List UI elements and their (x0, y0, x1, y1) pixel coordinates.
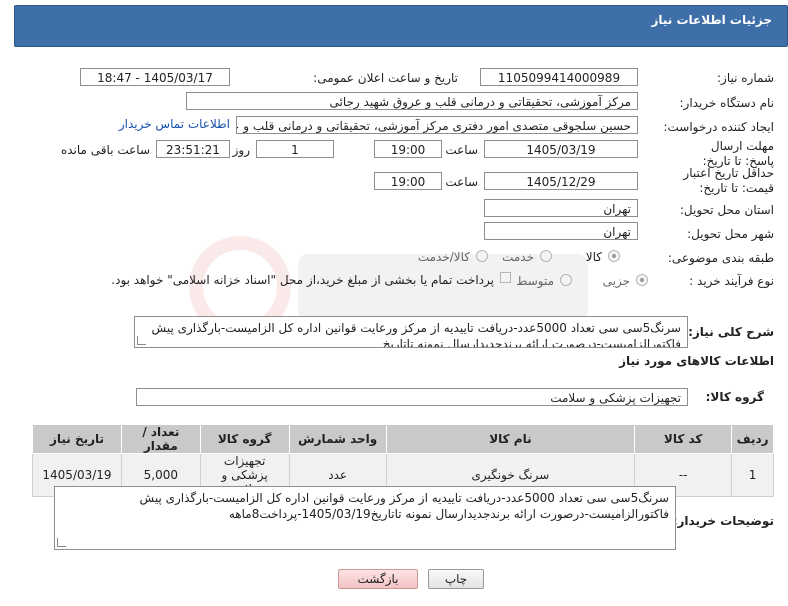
goods-group-label: گروه کالا: (705, 390, 764, 404)
buyer-org-field: مرکز آموزشی، تحقیقاتی و درمانی قلب و عرو… (186, 92, 638, 110)
category-option-service: خدمت (502, 250, 534, 264)
announce-field: 1405/03/17 - 18:47 (80, 68, 230, 86)
validity-time-label: ساعت (445, 175, 478, 189)
category-option-goods: کالا (585, 250, 602, 264)
cell-row: 1 (731, 453, 774, 497)
buyer-notes-label: توضیحات خریدار: (672, 514, 774, 528)
process-label: نوع فرآیند خرید : (689, 274, 774, 288)
buyer-org-label: نام دستگاه خریدار: (679, 96, 775, 110)
resize-handle-icon[interactable] (137, 336, 146, 345)
col-unit: واحد شمارش (288, 424, 387, 454)
need-number-label: شماره نیاز: (717, 71, 774, 85)
col-name: نام کالا (385, 424, 636, 454)
treasury-payment-checkbox[interactable] (500, 272, 511, 283)
contact-info-link[interactable]: اطلاعات تماس خریدار (119, 117, 230, 131)
deadline-time-field: 19:00 (374, 140, 442, 158)
col-group: گروه کالا (199, 424, 290, 454)
deadline-time-label: ساعت (445, 143, 478, 157)
resize-handle-icon[interactable] (57, 538, 66, 547)
summary-textarea: سرنگ5سی سی تعداد 5000عدد-دریافت تاییدیه … (134, 316, 688, 348)
col-row: ردیف (731, 424, 774, 454)
category-radio-service[interactable] (540, 250, 552, 262)
back-button[interactable]: بازگشت (338, 569, 418, 589)
validity-label: حداقل تاریخ اعتبار قیمت: تا تاریخ: (683, 166, 774, 195)
page-title: جزئیات اطلاعات نیاز (651, 13, 772, 27)
remaining-label: ساعت باقی مانده (60, 143, 150, 157)
buyer-notes-text: سرنگ5سی سی تعداد 5000عدد-دریافت تاییدیه … (139, 491, 669, 521)
validity-time-field: 19:00 (374, 172, 442, 190)
buyer-notes-textarea: سرنگ5سی سی تعداد 5000عدد-دریافت تاییدیه … (54, 486, 676, 550)
col-date: تاریخ نیاز (32, 424, 122, 454)
col-code: کد کالا (634, 424, 733, 454)
category-option-both: کالا/خدمت (417, 250, 470, 264)
process-option-minor: جزیی (602, 274, 630, 288)
process-option-medium: متوسط (516, 274, 554, 288)
summary-label: شرح کلی نیاز: (688, 325, 774, 339)
validity-date-field: 1405/12/29 (484, 172, 638, 190)
city-field: تهران (484, 222, 638, 240)
deadline-label: مهلت ارسال پاسخ: تا تاریخ: (702, 139, 774, 168)
process-radio-medium[interactable] (560, 274, 572, 286)
col-quantity: تعداد / مقدار (120, 424, 201, 454)
print-button[interactable]: چاپ (428, 569, 484, 589)
city-label: شهر محل تحویل: (687, 227, 774, 241)
province-label: استان محل تحویل: (679, 203, 774, 217)
creator-label: ایجاد کننده درخواست: (663, 120, 774, 134)
remaining-time-field: 23:51:21 (156, 140, 230, 158)
category-radio-goods[interactable] (608, 250, 620, 262)
goods-group-field: تجهیزات پزشکی و سلامت (136, 388, 688, 406)
category-label: طبقه بندی موضوعی: (667, 251, 774, 265)
goods-section-title: اطلاعات کالاهای مورد نیاز (619, 354, 774, 368)
category-radio-both[interactable] (476, 250, 488, 262)
goods-table-header: ردیف کد کالا نام کالا واحد شمارش گروه کا… (32, 424, 774, 454)
summary-text: سرنگ5سی سی تعداد 5000عدد-دریافت تاییدیه … (151, 321, 681, 348)
treasury-payment-note: پرداخت تمام یا بخشی از مبلغ خرید،از محل … (111, 273, 494, 287)
days-remaining-field: 1 (256, 140, 334, 158)
process-radio-minor[interactable] (636, 274, 648, 286)
province-field: تهران (484, 199, 638, 217)
need-number-field: 1105099414000989 (480, 68, 638, 86)
announce-label: تاریخ و ساعت اعلان عمومی: (313, 71, 458, 85)
creator-field: حسین سلجوقی متصدی امور دفتری مرکز آموزشی… (236, 116, 638, 134)
deadline-date-field: 1405/03/19 (484, 140, 638, 158)
